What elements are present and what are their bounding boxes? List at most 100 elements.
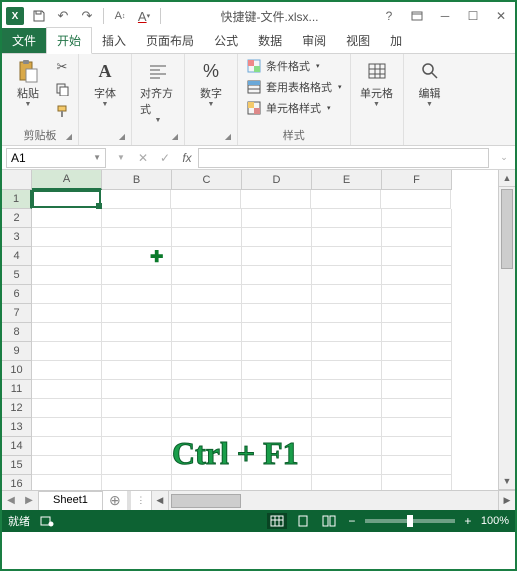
cell[interactable] xyxy=(312,399,382,418)
cell[interactable] xyxy=(242,285,312,304)
cell[interactable] xyxy=(102,475,172,490)
cell[interactable] xyxy=(172,475,242,490)
cell[interactable] xyxy=(242,266,312,285)
cell[interactable] xyxy=(32,342,102,361)
tab-file[interactable]: 文件 xyxy=(2,28,46,53)
close-icon[interactable]: ✕ xyxy=(487,5,515,27)
font-color-icon[interactable]: A ▾ xyxy=(133,5,155,27)
cell[interactable] xyxy=(172,456,242,475)
cell[interactable] xyxy=(382,247,452,266)
horizontal-scrollbar[interactable]: ◀ ▶ xyxy=(151,491,515,510)
cells-button[interactable]: 单元格 ▼ xyxy=(357,57,397,110)
cell[interactable] xyxy=(242,361,312,380)
cell[interactable] xyxy=(32,304,102,323)
cell[interactable] xyxy=(172,209,242,228)
cell[interactable] xyxy=(312,266,382,285)
column-header[interactable]: C xyxy=(172,170,242,190)
cell[interactable] xyxy=(102,380,172,399)
tab-review[interactable]: 审阅 xyxy=(292,28,336,53)
cell[interactable] xyxy=(172,361,242,380)
cell[interactable] xyxy=(32,228,102,247)
cell[interactable] xyxy=(242,342,312,361)
fbar-dropdown-icon[interactable]: ▼ xyxy=(110,148,132,168)
name-box[interactable]: ▼ xyxy=(6,148,106,168)
insert-function-icon[interactable]: fx xyxy=(176,151,198,165)
cell[interactable] xyxy=(312,342,382,361)
hscroll-thumb[interactable] xyxy=(171,494,241,508)
cell[interactable] xyxy=(102,266,172,285)
cell[interactable] xyxy=(102,304,172,323)
cell[interactable] xyxy=(382,418,452,437)
macro-record-icon[interactable] xyxy=(40,515,54,527)
cell[interactable] xyxy=(242,228,312,247)
tab-insert[interactable]: 插入 xyxy=(92,28,136,53)
row-header[interactable]: 10 xyxy=(2,361,32,380)
row-header[interactable]: 4 xyxy=(2,247,32,266)
add-sheet-button[interactable]: ⊕ xyxy=(103,491,127,510)
cell[interactable] xyxy=(312,247,382,266)
cell[interactable] xyxy=(312,380,382,399)
view-normal-icon[interactable] xyxy=(267,513,287,529)
row-header[interactable]: 16 xyxy=(2,475,32,490)
row-header[interactable]: 6 xyxy=(2,285,32,304)
cell[interactable] xyxy=(172,418,242,437)
row-header[interactable]: 3 xyxy=(2,228,32,247)
cell[interactable] xyxy=(102,361,172,380)
format-painter-icon[interactable] xyxy=(52,101,72,121)
row-header[interactable]: 7 xyxy=(2,304,32,323)
scroll-left-icon[interactable]: ◀ xyxy=(152,491,169,510)
column-header[interactable]: A xyxy=(32,170,102,190)
alignment-button[interactable]: 对齐方式 ▼ xyxy=(138,57,178,126)
cell[interactable] xyxy=(312,437,382,456)
cell[interactable] xyxy=(32,285,102,304)
cell[interactable] xyxy=(172,266,242,285)
vscroll-thumb[interactable] xyxy=(501,189,513,269)
cell[interactable] xyxy=(32,266,102,285)
redo-icon[interactable]: ↷ xyxy=(76,5,98,27)
sheet-nav-next-icon[interactable]: ▶ xyxy=(20,491,38,511)
cell[interactable] xyxy=(312,228,382,247)
zoom-in-button[interactable]: + xyxy=(461,514,475,528)
cell[interactable] xyxy=(172,247,242,266)
row-header[interactable]: 15 xyxy=(2,456,32,475)
font-launcher-icon[interactable]: ◢ xyxy=(119,132,125,141)
cell[interactable] xyxy=(381,190,451,209)
cell[interactable] xyxy=(102,285,172,304)
cell[interactable] xyxy=(172,437,242,456)
row-header[interactable]: 11 xyxy=(2,380,32,399)
cell[interactable] xyxy=(241,190,311,209)
alignment-launcher-icon[interactable]: ◢ xyxy=(172,132,178,141)
cell[interactable] xyxy=(242,418,312,437)
cell[interactable] xyxy=(32,209,102,228)
minimize-icon[interactable]: ─ xyxy=(431,5,459,27)
row-header[interactable]: 1 xyxy=(2,190,32,209)
tab-addins[interactable]: 加 xyxy=(380,28,406,53)
cell[interactable] xyxy=(102,247,172,266)
scroll-right-icon[interactable]: ▶ xyxy=(498,491,515,510)
cell[interactable] xyxy=(102,209,172,228)
cell[interactable] xyxy=(172,228,242,247)
cell[interactable] xyxy=(382,266,452,285)
cell[interactable] xyxy=(242,304,312,323)
cell[interactable] xyxy=(312,361,382,380)
row-header[interactable]: 8 xyxy=(2,323,32,342)
cell[interactable] xyxy=(32,247,102,266)
cell[interactable] xyxy=(242,475,312,490)
column-header[interactable]: B xyxy=(102,170,172,190)
cell[interactable] xyxy=(102,399,172,418)
vertical-scrollbar[interactable]: ▲ ▼ xyxy=(498,170,515,490)
cell[interactable] xyxy=(312,418,382,437)
undo-icon[interactable]: ↶ xyxy=(52,5,74,27)
copy-icon[interactable] xyxy=(52,79,72,99)
cell[interactable] xyxy=(32,380,102,399)
cell[interactable] xyxy=(242,456,312,475)
cell[interactable] xyxy=(242,399,312,418)
row-header[interactable]: 13 xyxy=(2,418,32,437)
name-box-input[interactable] xyxy=(11,151,71,165)
cell[interactable] xyxy=(382,475,452,490)
font-button[interactable]: A 字体 ▼ xyxy=(85,57,125,110)
cell[interactable] xyxy=(242,209,312,228)
tab-page-layout[interactable]: 页面布局 xyxy=(136,28,204,53)
view-page-break-icon[interactable] xyxy=(319,513,339,529)
name-box-dropdown-icon[interactable]: ▼ xyxy=(93,153,101,162)
